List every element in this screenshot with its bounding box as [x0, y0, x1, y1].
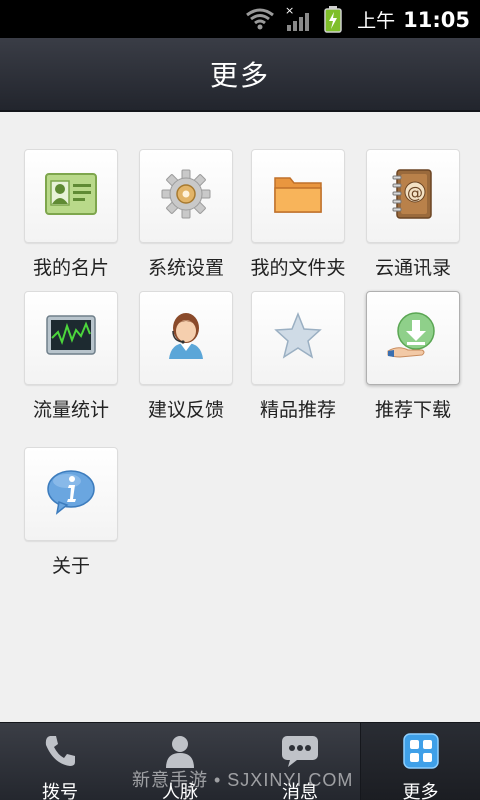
battery-charging-icon [323, 5, 343, 33]
info-icon [45, 469, 97, 519]
status-time: 上午 11:05 [357, 6, 470, 33]
tile-box[interactable] [24, 291, 118, 385]
feature-grid: 我的名片 系统设置 我的文件夹 @ 云通讯录 流量统计 建议反馈 精品推荐 推荐… [0, 112, 480, 724]
tile-about[interactable]: 关于 [24, 447, 118, 578]
tile-box[interactable] [251, 291, 345, 385]
address-book-icon: @ [391, 168, 435, 224]
tile-feedback[interactable]: 建议反馈 [139, 291, 233, 422]
tile-my-folder[interactable]: 我的文件夹 [250, 149, 346, 280]
support-agent-icon [163, 311, 209, 365]
business-card-icon [44, 172, 98, 220]
watermark: 新意手游 • SJXINYI.COM [132, 770, 354, 790]
tile-label: 我的名片 [32, 257, 109, 279]
tile-label: 流量统计 [32, 399, 109, 421]
status-ampm: 上午 [357, 9, 396, 32]
tile-box[interactable] [251, 149, 345, 243]
tile-business-card[interactable]: 我的名片 [24, 149, 118, 280]
tile-cloud-contacts[interactable]: @ 云通讯录 [366, 149, 460, 280]
tile-label: 建议反馈 [147, 399, 224, 421]
tile-label: 推荐下载 [374, 399, 451, 421]
status-bar: × 上午 11:05 [0, 0, 480, 38]
gear-icon [161, 169, 211, 223]
tile-label: 关于 [51, 555, 90, 577]
tile-label: 云通讯录 [374, 257, 451, 279]
star-icon [273, 311, 323, 364]
tile-box[interactable]: @ [366, 149, 460, 243]
wifi-icon [245, 7, 275, 31]
svg-text:@: @ [407, 183, 423, 202]
tile-label: 我的文件夹 [250, 257, 346, 279]
tab-dial[interactable]: 拨号 [0, 723, 120, 800]
tile-box[interactable] [24, 149, 118, 243]
title-bar: 更多 [0, 38, 480, 112]
tile-box[interactable] [24, 447, 118, 541]
download-icon [386, 311, 440, 365]
tile-box[interactable] [139, 149, 233, 243]
tile-label: 系统设置 [147, 257, 224, 279]
signal-icon: × [285, 5, 313, 33]
tile-system-settings[interactable]: 系统设置 [139, 149, 233, 280]
folder-icon [272, 172, 324, 220]
tile-box[interactable] [366, 291, 460, 385]
tile-box[interactable] [139, 291, 233, 385]
phone-icon [42, 733, 78, 774]
tab-label: 更多 [402, 782, 439, 800]
status-clock: 11:05 [403, 7, 470, 32]
tile-recommended-download[interactable]: 推荐下载 [366, 291, 460, 422]
tile-traffic-stats[interactable]: 流量统计 [24, 291, 118, 422]
tab-more[interactable]: 更多 [360, 723, 480, 800]
svg-text:×: × [285, 5, 294, 17]
page-title: 更多 [209, 59, 270, 92]
more-grid-icon [402, 733, 439, 774]
tile-featured[interactable]: 精品推荐 [251, 291, 345, 422]
tab-label: 拨号 [42, 782, 78, 800]
tile-label: 精品推荐 [259, 399, 336, 421]
traffic-chart-icon [45, 314, 97, 362]
